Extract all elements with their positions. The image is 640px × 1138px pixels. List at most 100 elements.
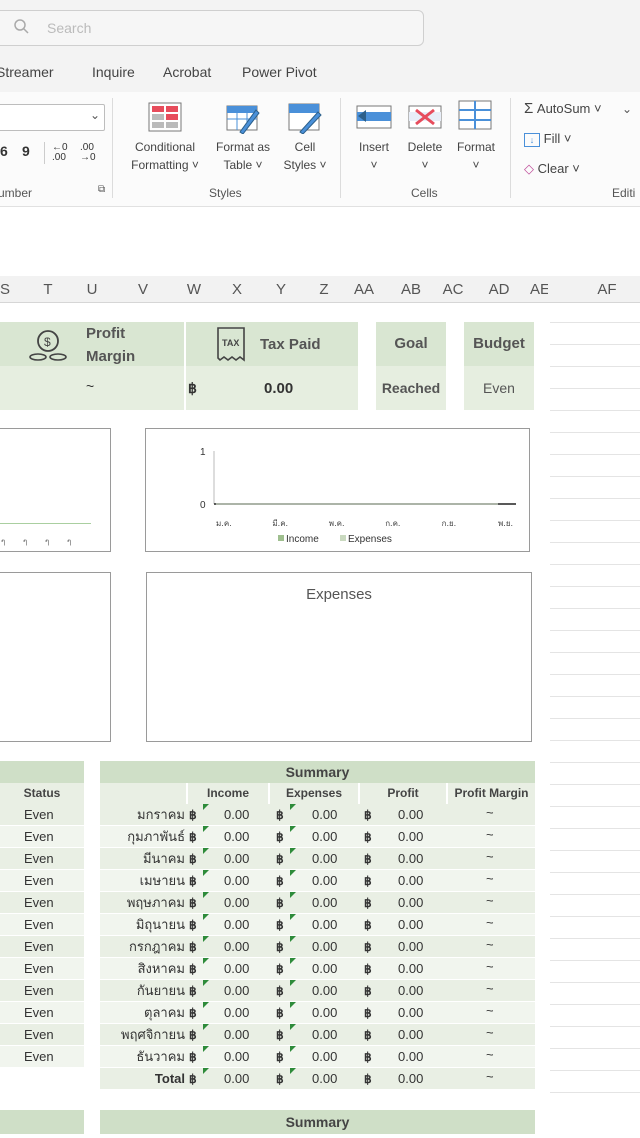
- cell-styles-icon[interactable]: [288, 102, 322, 139]
- column-header[interactable]: AF: [592, 281, 622, 298]
- delete-cells-icon[interactable]: [408, 102, 442, 137]
- gridline: [550, 740, 640, 741]
- error-indicator-icon[interactable]: [290, 804, 296, 810]
- column-header[interactable]: X: [222, 281, 252, 298]
- column-header[interactable]: AE: [530, 281, 548, 298]
- column-header[interactable]: S: [0, 281, 20, 298]
- currency-sign: ฿: [364, 940, 372, 954]
- column-header[interactable]: AC: [442, 281, 464, 298]
- income-expenses-chart[interactable]: 1 0 ม.ค. มี.ค. พ.ค. ก.ค. ก.ย. พ.ย. Income Expense…: [145, 428, 530, 552]
- comma-style-icon[interactable]: 9: [22, 143, 30, 159]
- error-indicator-icon[interactable]: [203, 804, 209, 810]
- fill-button[interactable]: ↓ Fill ˅: [524, 130, 571, 148]
- gridline: [550, 1048, 640, 1049]
- error-indicator-icon[interactable]: [203, 980, 209, 986]
- sigma-icon: Σ: [524, 100, 534, 117]
- error-indicator-icon[interactable]: [203, 892, 209, 898]
- format-as-table-icon[interactable]: [226, 102, 260, 139]
- conditional-formatting-icon[interactable]: [148, 102, 182, 137]
- increase-decimal-icon[interactable]: ←0 .00: [52, 143, 72, 163]
- column-header[interactable]: U: [77, 281, 107, 298]
- error-indicator-icon[interactable]: [290, 848, 296, 854]
- error-indicator-icon[interactable]: [290, 1024, 296, 1030]
- clear-button[interactable]: ◇ Clear ˅: [524, 160, 580, 178]
- legend-swatch: [278, 535, 284, 541]
- status-row: Even: [0, 980, 84, 1002]
- summary-row: Total ฿ 0.00 ฿ 0.00 ฿ 0.00 ~: [100, 1068, 535, 1090]
- tab-acrobat[interactable]: Acrobat: [163, 64, 211, 80]
- error-indicator-icon[interactable]: [203, 870, 209, 876]
- conditional-formatting-button[interactable]: Conditional Formatting ˅: [122, 138, 208, 174]
- currency-sign: ฿: [189, 962, 197, 976]
- currency-sign: ฿: [364, 808, 372, 822]
- expenses-value: 0.00: [312, 939, 338, 954]
- status-row: Even: [0, 848, 84, 870]
- gridline: [550, 938, 640, 939]
- search-box[interactable]: Search: [0, 10, 424, 46]
- x-tick-label: มี.ค.: [272, 519, 288, 528]
- error-indicator-icon[interactable]: [203, 1046, 209, 1052]
- income-value: 0.00: [224, 1027, 250, 1042]
- delete-button[interactable]: Delete ˅: [400, 138, 450, 174]
- dialog-launcher-icon[interactable]: ⧉: [98, 184, 105, 195]
- tax-paid-value-cell: ฿ 0.00: [186, 366, 358, 410]
- decrease-decimal-icon[interactable]: .00 →0: [80, 143, 100, 163]
- column-header[interactable]: Y: [266, 281, 296, 298]
- left-pie-chart[interactable]: [0, 572, 111, 742]
- error-indicator-icon[interactable]: [203, 826, 209, 832]
- error-indicator-icon[interactable]: [203, 848, 209, 854]
- number-format-select[interactable]: ⌄: [0, 104, 105, 131]
- summary-title: Summary: [100, 761, 535, 783]
- expenses-pie-chart[interactable]: Expenses: [146, 572, 532, 742]
- format-cells-icon[interactable]: [458, 98, 492, 137]
- error-indicator-icon[interactable]: [203, 936, 209, 942]
- error-indicator-icon[interactable]: [203, 1068, 209, 1074]
- month-label: เมษายน: [139, 873, 185, 888]
- error-indicator-icon[interactable]: [203, 914, 209, 920]
- column-header[interactable]: AA: [354, 281, 374, 298]
- gridline: [550, 674, 640, 675]
- error-indicator-icon[interactable]: [290, 826, 296, 832]
- gridline: [550, 696, 640, 697]
- autosum-label: AutoSum ˅: [536, 101, 602, 116]
- income-value: 0.00: [224, 829, 250, 844]
- error-indicator-icon[interactable]: [290, 892, 296, 898]
- insert-button[interactable]: Insert ˅: [348, 138, 400, 174]
- column-header[interactable]: AD: [484, 281, 514, 298]
- month-column-header: [100, 783, 186, 804]
- error-indicator-icon[interactable]: [290, 914, 296, 920]
- format-as-table-button[interactable]: Format as Table ˅: [206, 138, 280, 174]
- status-value: Even: [24, 961, 54, 976]
- insert-cells-icon[interactable]: [356, 102, 392, 137]
- cell-styles-button[interactable]: Cell Styles ˅: [276, 138, 334, 174]
- profit-margin-value: ~: [486, 871, 494, 886]
- error-indicator-icon[interactable]: [203, 958, 209, 964]
- error-indicator-icon[interactable]: [290, 870, 296, 876]
- profit-value: 0.00: [398, 807, 424, 822]
- autosum-button[interactable]: Σ AutoSum ˅: [524, 100, 602, 118]
- error-indicator-icon[interactable]: [290, 958, 296, 964]
- error-indicator-icon[interactable]: [290, 936, 296, 942]
- error-indicator-icon[interactable]: [290, 1068, 296, 1074]
- column-header[interactable]: V: [128, 281, 158, 298]
- error-indicator-icon[interactable]: [290, 1002, 296, 1008]
- tab-power-pivot[interactable]: Power Pivot: [242, 64, 317, 80]
- status-value: Even: [24, 829, 54, 844]
- tab-inquire[interactable]: Inquire: [92, 64, 135, 80]
- error-indicator-icon[interactable]: [290, 1046, 296, 1052]
- left-chart[interactable]: ๆ ๆ ๆ ๆ: [0, 428, 111, 552]
- currency-format-icon[interactable]: 6: [0, 143, 8, 159]
- column-header[interactable]: W: [179, 281, 209, 298]
- autosum-dropdown-icon[interactable]: ⌄: [622, 102, 632, 116]
- column-header[interactable]: T: [33, 281, 63, 298]
- legend-label: Income: [286, 534, 319, 545]
- tab-streamer[interactable]: Streamer: [0, 64, 54, 80]
- currency-sign: ฿: [189, 874, 197, 888]
- error-indicator-icon[interactable]: [203, 1024, 209, 1030]
- error-indicator-icon[interactable]: [203, 1002, 209, 1008]
- column-header[interactable]: Z: [309, 281, 339, 298]
- format-button[interactable]: Format ˅: [450, 138, 502, 174]
- column-header[interactable]: AB: [396, 281, 426, 298]
- fill-down-icon: ↓: [524, 133, 540, 147]
- error-indicator-icon[interactable]: [290, 980, 296, 986]
